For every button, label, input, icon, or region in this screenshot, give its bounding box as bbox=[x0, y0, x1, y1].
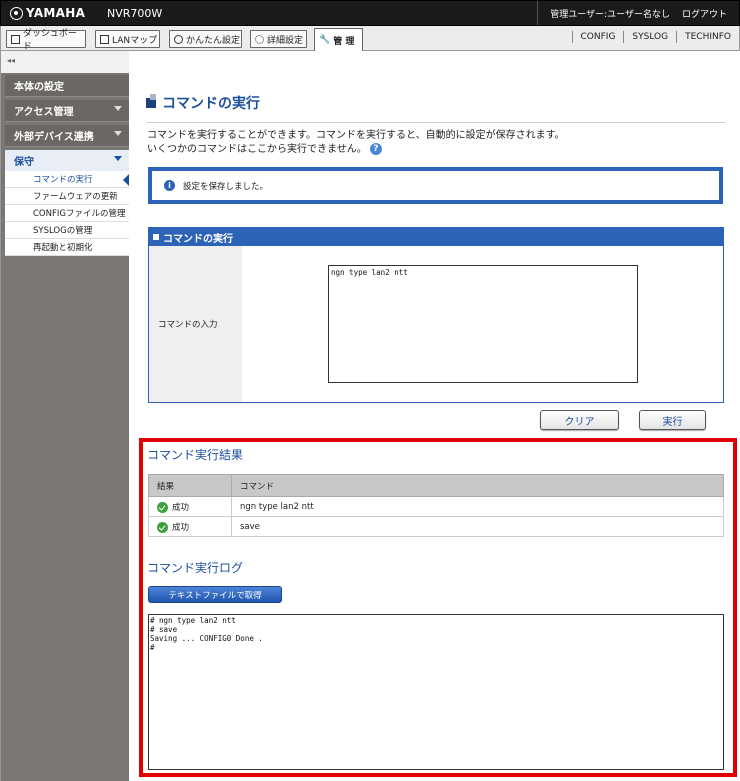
tab-easy-setup[interactable]: かんたん設定 bbox=[169, 30, 242, 48]
user-label: 管理ユーザー:ユーザー名なし bbox=[550, 9, 670, 20]
execute-button[interactable]: 実行 bbox=[639, 410, 706, 430]
chevron-down-icon bbox=[114, 131, 122, 136]
sidebar-item-device-settings[interactable]: 本体の設定 bbox=[5, 75, 129, 97]
syslog-link[interactable]: SYSLOG bbox=[623, 31, 676, 43]
result-section-title: コマンド実行結果 bbox=[147, 448, 244, 462]
square-bullet-icon bbox=[153, 234, 159, 240]
quick-links: CONFIG SYSLOG TECHINFO bbox=[571, 31, 739, 43]
sidebar: ◂◂ 本体の設定 アクセス管理 外部デバイス連携 保守 コマンドの実行 ファーム… bbox=[0, 51, 129, 781]
command-panel-header: コマンドの実行 bbox=[149, 228, 723, 246]
info-icon: i bbox=[164, 180, 175, 191]
config-link[interactable]: CONFIG bbox=[571, 31, 624, 43]
submenu-firmware-update[interactable]: ファームウェアの更新 bbox=[5, 188, 129, 205]
command-column-header: コマンド bbox=[231, 474, 724, 497]
result-column-header: 結果 bbox=[148, 474, 232, 497]
table-row: 成功 ngn type lan2 ntt bbox=[148, 496, 724, 517]
collapse-sidebar-icon[interactable]: ◂◂ bbox=[7, 56, 15, 65]
page-description: コマンドを実行することができます。コマンドを実行すると、自動的に設定が保存されま… bbox=[147, 130, 565, 155]
yamaha-logo: YAMAHA bbox=[10, 6, 85, 20]
top-header: YAMAHA NVR700W 管理ユーザー:ユーザー名なし ログアウト bbox=[0, 0, 740, 26]
techinfo-link[interactable]: TECHINFO bbox=[676, 31, 739, 43]
submenu-restart-init[interactable]: 再起動と初期化 bbox=[5, 239, 129, 256]
page-title-icon bbox=[146, 94, 156, 108]
main-content: コマンドの実行 コマンドを実行することができます。コマンドを実行すると、自動的に… bbox=[129, 51, 740, 781]
download-text-file-button[interactable]: テキストファイルで取得 bbox=[148, 586, 282, 603]
chevron-down-icon bbox=[114, 106, 122, 111]
yamaha-emblem-icon bbox=[10, 6, 23, 20]
logout-link[interactable]: ログアウト bbox=[682, 7, 727, 20]
command-input-label: コマンドの入力 bbox=[149, 246, 242, 402]
log-section-title: コマンド実行ログ bbox=[147, 561, 244, 575]
command-panel: コマンドの実行 コマンドの入力 ngn type lan2 ntt bbox=[148, 227, 724, 403]
submenu-config-file[interactable]: CONFIGファイルの管理 bbox=[5, 205, 129, 222]
gear-icon bbox=[255, 34, 264, 44]
success-check-icon bbox=[157, 521, 168, 533]
page-title: コマンドの実行 bbox=[146, 93, 260, 113]
success-check-icon bbox=[157, 501, 168, 513]
title-divider bbox=[147, 122, 725, 123]
tab-lan-map[interactable]: LANマップ bbox=[95, 30, 160, 48]
chevron-down-icon bbox=[114, 156, 122, 161]
tab-management[interactable]: 🔧 管 理 bbox=[314, 28, 363, 51]
tab-dashboard[interactable]: ダッシュボード bbox=[6, 29, 86, 52]
lan-map-icon bbox=[100, 34, 109, 44]
dashboard-icon bbox=[11, 34, 20, 44]
sidebar-item-maintenance[interactable]: 保守 bbox=[5, 150, 129, 172]
wrench-icon: 🔧 bbox=[319, 35, 331, 45]
sidebar-item-external-devices[interactable]: 外部デバイス連携 bbox=[5, 125, 129, 147]
maintenance-submenu: コマンドの実行 ファームウェアの更新 CONFIGファイルの管理 SYSLOGの… bbox=[5, 171, 129, 256]
submenu-syslog[interactable]: SYSLOGの管理 bbox=[5, 222, 129, 239]
tab-advanced-settings[interactable]: 詳細設定 bbox=[250, 30, 307, 48]
sidebar-item-access-management[interactable]: アクセス管理 bbox=[5, 100, 129, 122]
table-row: 成功 save bbox=[148, 516, 724, 537]
main-tab-bar: ダッシュボード LANマップ かんたん設定 詳細設定 🔧 管 理 CONFIG … bbox=[0, 26, 740, 52]
command-input[interactable]: ngn type lan2 ntt bbox=[328, 265, 638, 383]
notice-text: 設定を保存しました。 bbox=[183, 181, 269, 192]
command-log[interactable]: # ngn type lan2 ntt # save Saving ... CO… bbox=[148, 614, 724, 770]
wizard-icon bbox=[174, 34, 183, 44]
brand-name: YAMAHA bbox=[26, 6, 86, 20]
model-name: NVR700W bbox=[107, 7, 163, 20]
result-table: 結果 コマンド 成功 ngn type lan2 ntt 成功 save bbox=[148, 474, 724, 537]
help-icon[interactable]: ? bbox=[369, 143, 382, 155]
clear-button[interactable]: クリア bbox=[540, 410, 619, 430]
saved-notice: i 設定を保存しました。 bbox=[148, 167, 723, 204]
submenu-command-execution[interactable]: コマンドの実行 bbox=[5, 171, 129, 188]
